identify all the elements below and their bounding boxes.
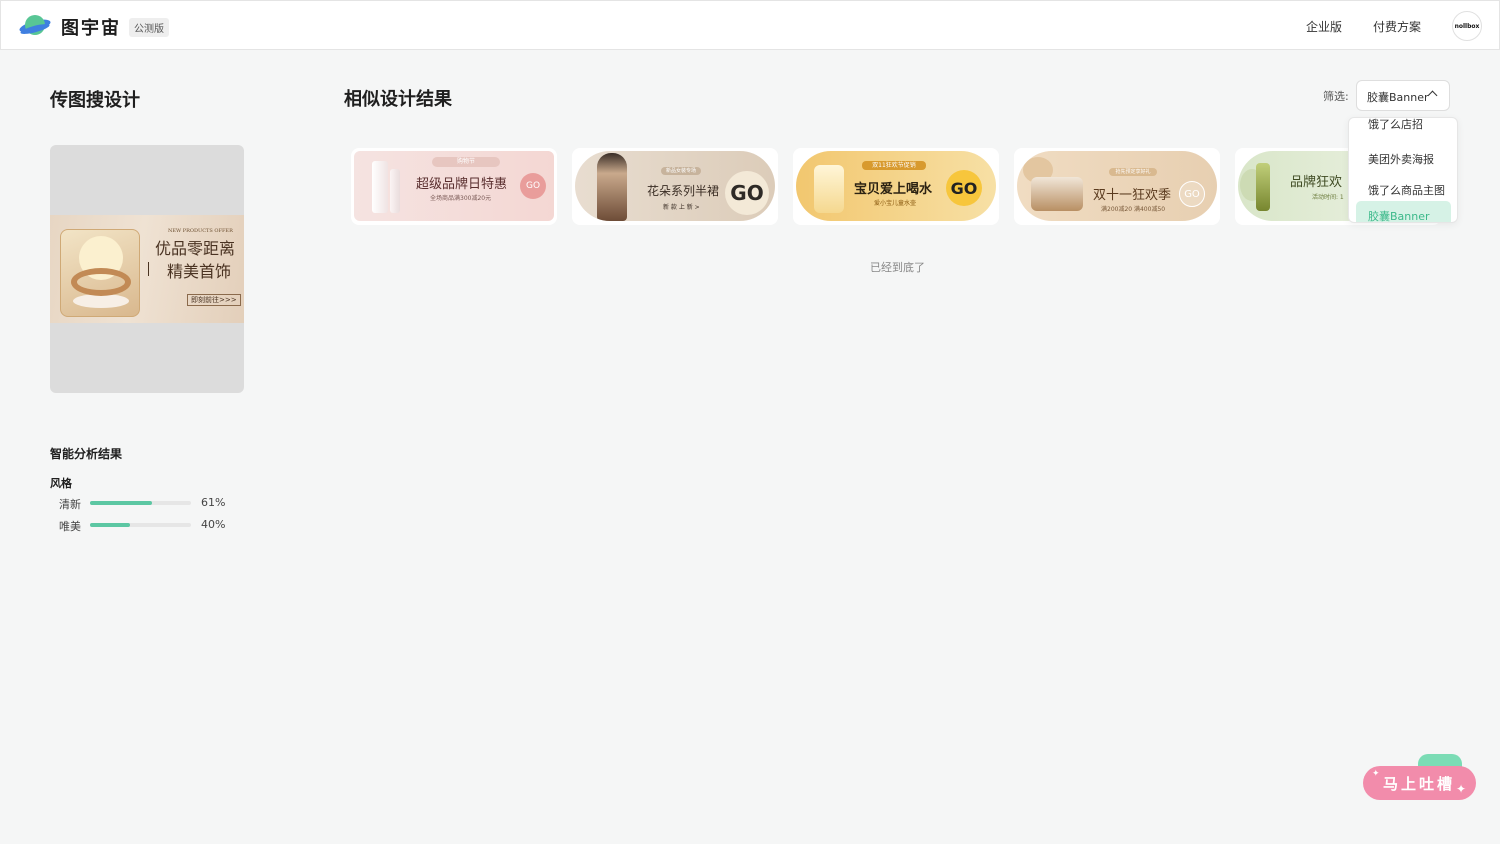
stat-name: 清新	[59, 498, 81, 511]
stat-track	[90, 501, 191, 505]
banner-tag: 新品女装专场	[661, 167, 701, 175]
result-card[interactable]: 购物节 超级品牌日特惠 全场商品满300减20元 GO	[351, 148, 557, 225]
feedback-label: 马上吐槽	[1383, 775, 1456, 793]
banner-headline: 品牌狂欢	[1290, 175, 1343, 190]
dropdown-option[interactable]: 饿了么商品主图	[1349, 177, 1457, 201]
brand-name[interactable]: 图宇宙	[61, 14, 121, 40]
query-image-panel[interactable]: NEW PRODUCTS OFFER 优品零距离 精美首饰 即刻前往>>>	[50, 145, 244, 393]
stat-percent: 40%	[201, 518, 226, 531]
sparkle-icon: ✦	[1372, 769, 1380, 779]
filter-label: 筛选:	[1323, 90, 1349, 103]
result-card[interactable]: 新品女装专场 花朵系列半裙 新 款 上 新 > GO	[572, 148, 778, 225]
result-card[interactable]: 双11狂欢节促销 宝贝爱上喝水 爱小宝儿童水壶 GO	[793, 148, 999, 225]
stat-name: 唯美	[59, 520, 81, 533]
banner-tag: 抢先预定享好礼	[1109, 168, 1157, 176]
stat-row: 唯美 40%	[59, 518, 239, 533]
lipstick-shape	[390, 169, 400, 213]
banner-image: 购物节 超级品牌日特惠 全场商品满300减20元 GO	[354, 151, 554, 221]
query-image: NEW PRODUCTS OFFER 优品零距离 精美首饰 即刻前往>>>	[50, 215, 244, 323]
query-image-divider	[148, 262, 149, 276]
banner-tag: 购物节	[432, 157, 500, 167]
dropdown-option-selected[interactable]: 胶囊Banner	[1356, 201, 1451, 222]
query-image-en-text: NEW PRODUCTS OFFER	[168, 228, 233, 234]
banner-headline: 宝贝爱上喝水	[854, 182, 933, 197]
banner-headline: 花朵系列半裙	[647, 184, 720, 198]
banner-image: 抢先预定享好礼 双十一狂欢季 满200减20 满400减50 GO	[1017, 151, 1217, 221]
stat-track	[90, 523, 191, 527]
lipstick-shape	[372, 161, 388, 213]
filter-select[interactable]: 胶囊Banner	[1356, 80, 1450, 111]
results-title: 相似设计结果	[344, 89, 452, 110]
banner-subtext: 爱小宝儿童水壶	[874, 200, 917, 207]
cream-jar-shape	[1031, 177, 1083, 211]
banner-headline: 双十一狂欢季	[1093, 188, 1172, 203]
query-image-cta: 即刻前往>>>	[187, 294, 241, 306]
avatar[interactable]: nollbox	[1452, 11, 1482, 41]
stat-fill	[90, 501, 152, 505]
model-figure	[597, 153, 627, 221]
stat-row: 清新 61%	[59, 496, 239, 511]
nav-enterprise-link[interactable]: 企业版	[1306, 18, 1342, 35]
dropdown-option[interactable]: 美团外卖海报	[1349, 146, 1457, 170]
upload-search-title: 传图搜设计	[50, 90, 140, 111]
banner-go: GO	[1179, 181, 1205, 207]
dropdown-option[interactable]: 饿了么店招	[1349, 118, 1457, 135]
sparkle-icon: ✦	[1456, 782, 1467, 796]
filter-dropdown[interactable]: 饿了么店招 美团外卖海报 饿了么商品主图 胶囊Banner	[1348, 117, 1458, 223]
banner-go: GO	[520, 173, 546, 199]
stat-percent: 61%	[201, 496, 226, 509]
banner-tag: 双11狂欢节促销	[862, 161, 926, 170]
planet-logo-icon[interactable]	[19, 12, 53, 40]
banner-go: GO	[946, 170, 982, 206]
pedestal-shape	[73, 294, 129, 308]
analysis-title: 智能分析结果	[50, 447, 123, 461]
beta-badge: 公测版	[129, 18, 169, 37]
banner-image: 新品女装专场 花朵系列半裙 新 款 上 新 > GO	[575, 151, 775, 221]
banner-subtext: 活动时间: 1	[1312, 194, 1344, 201]
banner-subtext: 新 款 上 新 >	[663, 204, 700, 211]
query-image-line1: 优品零距离	[155, 239, 236, 258]
bracelet-shape	[71, 268, 131, 296]
end-of-results-text: 已经到底了	[870, 261, 925, 274]
stat-fill	[90, 523, 131, 527]
bottle-shape	[814, 165, 844, 213]
banner-go: GO	[725, 171, 769, 215]
banner-image: 双11狂欢节促销 宝贝爱上喝水 爱小宝儿童水壶 GO	[796, 151, 996, 221]
serum-bottle-shape	[1256, 163, 1270, 211]
banner-subtext: 全场商品满300减20元	[430, 195, 492, 202]
jewelry-frame	[60, 229, 140, 317]
top-header: 图宇宙 公测版 企业版 付费方案 nollbox	[0, 0, 1500, 50]
query-image-line2: 精美首饰	[167, 262, 232, 281]
result-card[interactable]: 抢先预定享好礼 双十一狂欢季 满200减20 满400减50 GO	[1014, 148, 1220, 225]
chevron-up-icon	[1427, 90, 1438, 101]
style-label: 风格	[50, 477, 72, 490]
nav-pricing-link[interactable]: 付费方案	[1373, 18, 1421, 35]
banner-headline: 超级品牌日特惠	[416, 177, 508, 192]
banner-subtext: 满200减20 满400减50	[1101, 206, 1166, 213]
filter-value: 胶囊Banner	[1367, 91, 1429, 104]
feedback-button[interactable]: ✦ 马上吐槽 ✦	[1363, 766, 1476, 800]
